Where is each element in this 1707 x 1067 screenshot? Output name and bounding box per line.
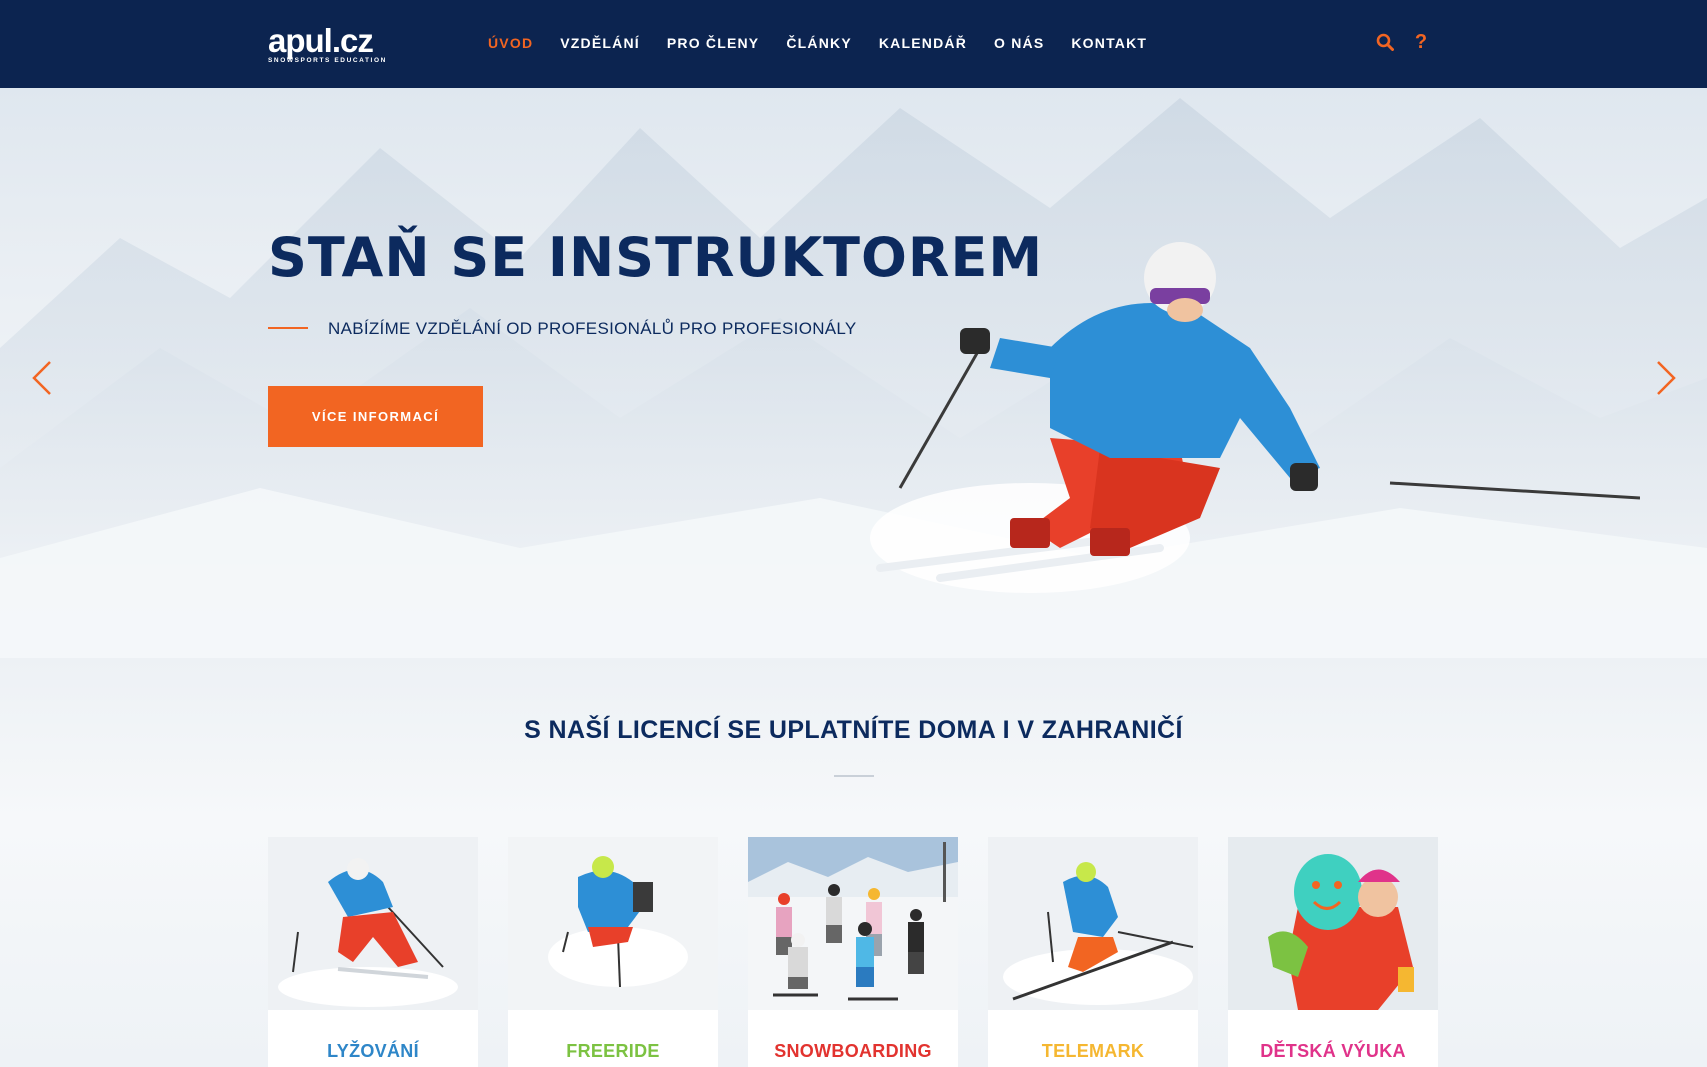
help-icon[interactable]: ? xyxy=(1412,31,1430,53)
hero-title: STAŇ SE INSTRUKTOREM xyxy=(268,226,1044,289)
card-image-detska-vyuka xyxy=(1228,837,1438,1010)
card-telemark[interactable]: TELEMARK xyxy=(988,837,1198,1067)
card-label-snowboarding: SNOWBOARDING xyxy=(774,1041,932,1061)
hero-slider: STAŇ SE INSTRUKTOREM NABÍZÍME VZDĚLÁNÍ O… xyxy=(0,88,1707,658)
discipline-cards: LYŽOVÁNÍ FREERIDE SNOWBOARDING TELEMARK … xyxy=(268,837,1438,1067)
logo-text: apul.cz xyxy=(268,22,374,59)
logo-subtitle: SNOWSPORTS EDUCATION xyxy=(268,57,387,64)
card-image-telemark xyxy=(988,837,1198,1010)
card-label-telemark: TELEMARK xyxy=(1041,1041,1145,1061)
nav-item-clanky[interactable]: ČLÁNKY xyxy=(786,35,852,51)
card-snowboarding[interactable]: SNOWBOARDING xyxy=(748,837,958,1067)
card-freeride[interactable]: FREERIDE xyxy=(508,837,718,1067)
card-image-freeride xyxy=(508,837,718,1010)
section-title: S NAŠÍ LICENCÍ SE UPLATNÍTE DOMA I V ZAH… xyxy=(524,716,1183,744)
main-menu: ÚVOD VZDĚLÁNÍ PRO ČLENY ČLÁNKY KALENDÁŘ … xyxy=(488,35,1174,51)
card-label-lyzovani: LYŽOVÁNÍ xyxy=(327,1041,419,1061)
hero-subtitle: NABÍZÍME VZDĚLÁNÍ OD PROFESIONÁLŮ PRO PR… xyxy=(328,319,857,338)
card-image-snowboarding xyxy=(748,837,958,1010)
card-image-lyzovani xyxy=(268,837,478,1010)
nav-item-kontakt[interactable]: KONTAKT xyxy=(1071,35,1147,51)
header-actions: ? xyxy=(1376,31,1430,53)
chevron-right-icon[interactable] xyxy=(1650,358,1680,398)
licence-section: S NAŠÍ LICENCÍ SE UPLATNÍTE DOMA I V ZAH… xyxy=(0,658,1707,1067)
hero-accent-line xyxy=(268,327,308,329)
site-logo[interactable]: apul.cz SNOWSPORTS EDUCATION xyxy=(268,22,416,64)
top-navigation-bar: apul.cz SNOWSPORTS EDUCATION ÚVOD VZDĚLÁ… xyxy=(0,0,1707,88)
more-info-button[interactable]: VÍCE INFORMACÍ xyxy=(268,386,483,447)
nav-item-pro-cleny[interactable]: PRO ČLENY xyxy=(667,35,759,51)
card-label-detska-vyuka: DĚTSKÁ VÝUKA xyxy=(1260,1041,1406,1061)
nav-item-vzdelani[interactable]: VZDĚLÁNÍ xyxy=(560,35,640,51)
section-divider xyxy=(834,775,874,777)
nav-item-kalendar[interactable]: KALENDÁŘ xyxy=(879,35,967,51)
chevron-left-icon[interactable] xyxy=(28,358,58,398)
card-detska-vyuka[interactable]: DĚTSKÁ VÝUKA xyxy=(1228,837,1438,1067)
card-lyzovani[interactable]: LYŽOVÁNÍ xyxy=(268,837,478,1067)
card-label-freeride: FREERIDE xyxy=(566,1041,660,1061)
nav-item-uvod[interactable]: ÚVOD xyxy=(488,35,533,51)
nav-item-o-nas[interactable]: O NÁS xyxy=(994,35,1044,51)
search-icon[interactable] xyxy=(1376,31,1394,53)
skier-image xyxy=(870,242,1640,593)
